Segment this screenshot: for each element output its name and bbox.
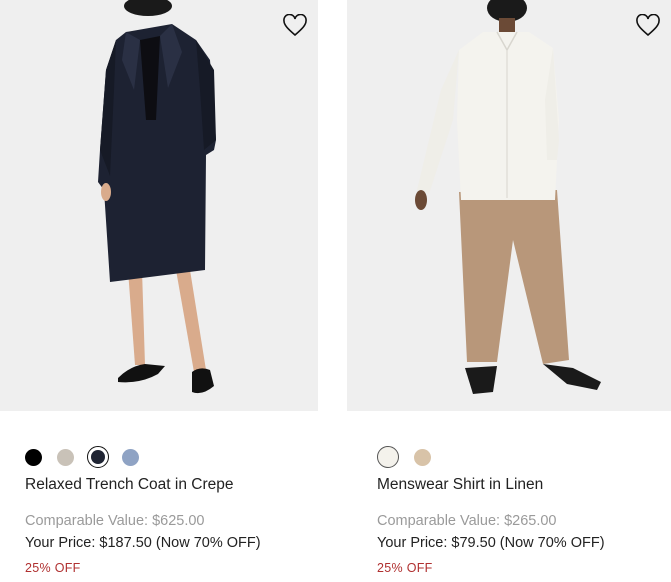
heart-outline-icon[interactable] <box>282 13 308 38</box>
product-name[interactable]: Relaxed Trench Coat in Crepe <box>25 476 234 494</box>
swatch-white-selected[interactable] <box>377 446 399 468</box>
product-name[interactable]: Menswear Shirt in Linen <box>377 476 543 494</box>
comparable-value: Comparable Value: $625.00 <box>25 513 205 529</box>
product-image[interactable] <box>0 0 318 411</box>
color-swatches <box>25 446 154 468</box>
swatch-navy-selected[interactable] <box>87 446 109 468</box>
swatch-tan[interactable] <box>414 448 431 466</box>
product-photo-linen-shirt <box>415 0 601 394</box>
product-card[interactable]: Relaxed Trench Coat in Crepe Comparable … <box>0 0 318 575</box>
product-image[interactable] <box>347 0 671 411</box>
comparable-value: Comparable Value: $265.00 <box>377 513 557 529</box>
swatch-beige[interactable] <box>57 448 74 466</box>
swatch-light-blue[interactable] <box>122 448 139 466</box>
your-price: Your Price: $187.50 (Now 70% OFF) <box>25 535 261 551</box>
heart-outline-icon[interactable] <box>635 13 661 38</box>
color-swatches <box>377 446 446 468</box>
product-photo-trench-coat <box>98 0 216 394</box>
discount-badge: 25% OFF <box>377 561 433 575</box>
product-card[interactable]: Menswear Shirt in Linen Comparable Value… <box>347 0 671 575</box>
discount-badge: 25% OFF <box>25 561 81 575</box>
your-price: Your Price: $79.50 (Now 70% OFF) <box>377 535 605 551</box>
swatch-black[interactable] <box>25 448 42 466</box>
